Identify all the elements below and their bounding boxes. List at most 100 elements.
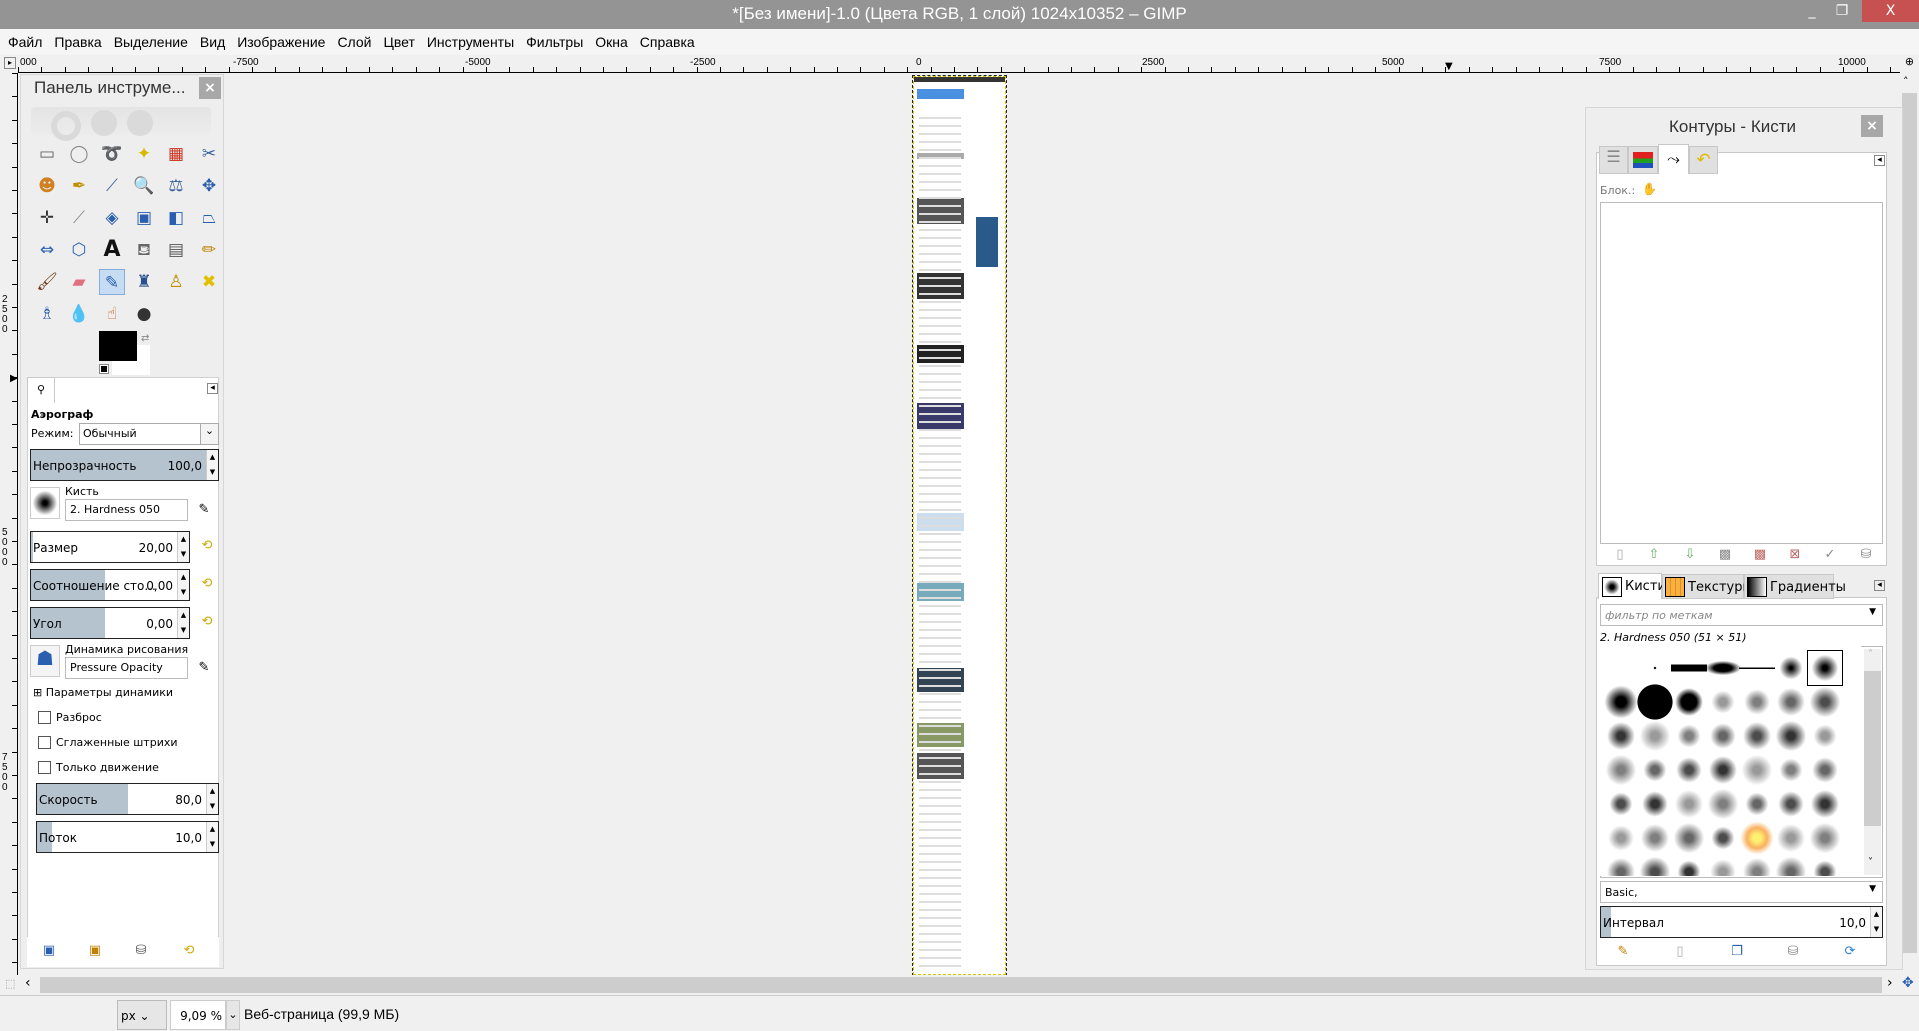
move-tool-icon[interactable]: ✥: [196, 173, 222, 199]
brush-preview[interactable]: [1807, 820, 1843, 856]
menu-image[interactable]: Изображение: [237, 29, 331, 55]
brush-preview[interactable]: [1773, 820, 1809, 856]
refresh-brushes-icon[interactable]: ⟳: [1842, 944, 1858, 960]
tab-channels[interactable]: [1628, 146, 1658, 174]
spin-arrows-icon[interactable]: ▲ ▼: [206, 784, 218, 814]
zoom-tool-icon[interactable]: 🔍: [131, 173, 157, 199]
brush-preview[interactable]: [1637, 820, 1673, 856]
brush-preview[interactable]: [1807, 684, 1843, 720]
edit-dynamics-icon[interactable]: ✎: [196, 660, 212, 676]
brush-preview[interactable]: [1807, 786, 1843, 822]
brush-preview[interactable]: [1739, 718, 1775, 754]
tab-brushes[interactable]: Кисти: [1598, 573, 1666, 599]
brush-preview[interactable]: [1671, 718, 1707, 754]
select-by-color-tool-icon[interactable]: ▦: [163, 141, 189, 167]
spin-arrows-icon[interactable]: ▲ ▼: [177, 570, 189, 600]
bucket-fill-tool-icon[interactable]: ⛾: [131, 237, 157, 263]
delete-brush-icon[interactable]: ⛁: [1785, 944, 1801, 960]
brush-preview[interactable]: [1671, 786, 1707, 822]
scroll-up-icon[interactable]: ˄: [1868, 649, 1873, 660]
brush-preview[interactable]: [1773, 752, 1809, 788]
tab-layers[interactable]: ☰: [1599, 146, 1628, 174]
new-path-icon[interactable]: ▯: [1612, 547, 1628, 563]
foreground-color-swatch[interactable]: [99, 331, 137, 361]
horizontal-scrollbar[interactable]: ⬚ ‹ › ✥: [0, 975, 1919, 995]
toolbox-close-button[interactable]: ×: [199, 77, 221, 99]
edit-brush-icon[interactable]: ✎: [1615, 944, 1631, 960]
delete-path-icon[interactable]: ⛁: [1858, 547, 1874, 563]
heal-tool-icon[interactable]: ✖: [196, 269, 222, 295]
brush-preview[interactable]: [1637, 650, 1673, 686]
free-select-tool-icon[interactable]: ➰: [99, 141, 125, 167]
tag-filter-input[interactable]: фильтр по меткам ▼: [1600, 604, 1883, 626]
lower-path-icon[interactable]: ⇩: [1682, 547, 1698, 563]
raise-path-icon[interactable]: ⇧: [1646, 547, 1662, 563]
reset-icon[interactable]: ⟲: [199, 614, 215, 630]
measure-tool-icon[interactable]: ⚖: [163, 173, 189, 199]
panel-menu-icon[interactable]: ◂: [1874, 155, 1885, 166]
rate-slider[interactable]: Скорость 80,0 ▲ ▼: [36, 783, 219, 815]
airbrush-tool-icon[interactable]: ✎: [99, 269, 125, 295]
angle-slider[interactable]: Угол 0,00 ▲ ▼: [30, 607, 190, 639]
brush-preview[interactable]: [1671, 650, 1707, 686]
dynamics-name-field[interactable]: Pressure Opacity: [65, 657, 188, 679]
image-canvas[interactable]: [912, 75, 1007, 976]
menu-view[interactable]: Вид: [200, 29, 231, 55]
ellipse-select-tool-icon[interactable]: ◯: [66, 141, 92, 167]
dodge-burn-tool-icon[interactable]: ●: [131, 301, 157, 327]
brush-grid-scrollbar[interactable]: ˄ ˅: [1864, 649, 1881, 875]
menu-tools[interactable]: Инструменты: [427, 29, 520, 55]
brush-preview[interactable]: [1807, 854, 1843, 876]
rotate-tool-icon[interactable]: ◈: [99, 205, 125, 231]
brush-preview[interactable]: [1603, 854, 1639, 876]
align-tool-icon[interactable]: ✛: [34, 205, 60, 231]
spin-arrows-icon[interactable]: ▲ ▼: [1870, 907, 1882, 937]
brush-name-field[interactable]: 2. Hardness 050: [65, 499, 188, 521]
menu-colors[interactable]: Цвет: [383, 29, 420, 55]
mode-select[interactable]: Обычный ⌄: [79, 423, 219, 445]
scatter-checkbox[interactable]: [38, 711, 51, 724]
maximize-button[interactable]: ❐: [1827, 0, 1857, 22]
brush-preview[interactable]: [1739, 752, 1775, 788]
dock-close-button[interactable]: ×: [1861, 115, 1883, 137]
duplicate-path-icon[interactable]: ▩: [1717, 547, 1733, 563]
scrollbar-thumb[interactable]: [40, 977, 1882, 993]
brush-preview[interactable]: [1705, 718, 1741, 754]
brush-preview[interactable]: [1603, 718, 1639, 754]
gradient-tool-icon[interactable]: ▤: [163, 237, 189, 263]
shear-tool-icon[interactable]: ◧: [163, 205, 189, 231]
scroll-left-icon[interactable]: ‹: [25, 975, 31, 991]
spin-arrows-icon[interactable]: ▲ ▼: [206, 450, 218, 480]
brush-preview[interactable]: [1603, 786, 1639, 822]
scrollbar-thumb[interactable]: [1902, 93, 1917, 953]
spin-arrows-icon[interactable]: ▲ ▼: [206, 822, 218, 852]
restore-options-icon[interactable]: ▣: [87, 943, 103, 959]
brush-preview[interactable]: [1773, 684, 1809, 720]
brush-preview[interactable]: [1637, 786, 1673, 822]
panel-menu-icon[interactable]: ◂: [207, 383, 218, 394]
rect-select-tool-icon[interactable]: ▭: [34, 141, 60, 167]
tab-undo-history[interactable]: ↶: [1689, 146, 1718, 174]
brush-preview[interactable]: [1603, 650, 1639, 686]
brush-preview[interactable]: [1739, 786, 1775, 822]
size-slider[interactable]: Размер 20,00 ▲ ▼: [30, 531, 190, 563]
color-picker-tool-icon[interactable]: ⟋: [99, 173, 125, 199]
quick-mask-icon[interactable]: ⬚: [5, 977, 15, 990]
brush-preview[interactable]: [1773, 854, 1809, 876]
pencil-tool-icon[interactable]: ✏: [196, 237, 222, 263]
scroll-up-icon[interactable]: ˄: [1903, 75, 1909, 88]
brush-preview[interactable]: [1705, 752, 1741, 788]
brush-preview[interactable]: [1603, 684, 1639, 720]
menu-help[interactable]: Справка: [640, 29, 701, 55]
brush-preview[interactable]: [1637, 752, 1673, 788]
brush-preview[interactable]: [1739, 854, 1775, 876]
fuzzy-select-tool-icon[interactable]: ✦: [131, 141, 157, 167]
brush-preview[interactable]: [1739, 820, 1775, 856]
menu-arrow-icon[interactable]: ▸: [4, 57, 16, 69]
brush-preview[interactable]: [1603, 820, 1639, 856]
opacity-slider[interactable]: Непрозрачность 100,0 ▲ ▼: [30, 449, 219, 481]
minimize-button[interactable]: _: [1797, 0, 1827, 22]
perspective-tool-icon[interactable]: ⏢: [196, 205, 222, 231]
cage-tool-icon[interactable]: ⬡: [66, 237, 92, 263]
tab-gradients[interactable]: Градиенты: [1744, 574, 1846, 599]
